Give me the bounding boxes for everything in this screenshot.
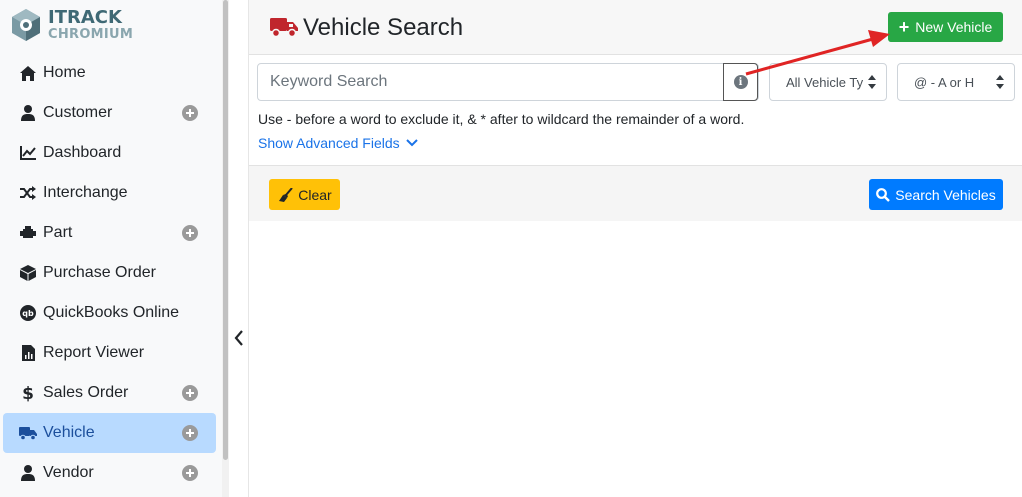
sidebar-item-label: Dashboard [43, 144, 122, 161]
box-icon [19, 264, 37, 282]
truck-icon [270, 18, 298, 38]
expand-plus-icon[interactable] [182, 225, 198, 241]
sidebar-item-interchange[interactable]: Interchange [3, 173, 216, 213]
sidebar-item-label: Purchase Order [43, 264, 156, 281]
quickbooks-icon: qb [19, 304, 37, 322]
vehicle-type-select[interactable]: All Vehicle Ty [769, 63, 887, 101]
engine-icon [19, 224, 37, 242]
page-title: Vehicle Search [303, 14, 464, 41]
sidebar-item-purchase-order[interactable]: Purchase Order [3, 253, 216, 293]
sort-order-select[interactable]: @ - A or H [897, 63, 1015, 101]
home-icon [19, 64, 37, 82]
search-hint-text: Use - before a word to exclude it, & * a… [258, 111, 745, 127]
sidebar-scrollbar[interactable] [222, 0, 229, 497]
shuffle-icon [19, 184, 37, 202]
sidebar-item-vendor[interactable]: Vendor [3, 453, 216, 493]
search-toolbar: Clear Search Vehicles [249, 165, 1022, 221]
search-vehicles-button[interactable]: Search Vehicles [869, 179, 1003, 210]
logo-title: ITRACK [48, 7, 122, 28]
user-icon [19, 104, 37, 122]
sidebar-item-quickbooks-online[interactable]: qb QuickBooks Online [3, 293, 216, 333]
sidebar-collapse-bar[interactable] [229, 0, 249, 497]
sidebar-item-label: QuickBooks Online [43, 304, 180, 321]
main-content: Vehicle Search + New Vehicle i All Vehic… [249, 0, 1022, 497]
broom-icon [279, 187, 294, 202]
sidebar-item-label: Vendor [43, 464, 94, 481]
select-arrows-icon [996, 75, 1004, 89]
show-advanced-fields-label: Show Advanced Fields [258, 135, 400, 151]
show-advanced-fields-link[interactable]: Show Advanced Fields [258, 135, 418, 151]
keyword-search-group: i [257, 63, 759, 101]
search-info-button[interactable]: i [723, 63, 758, 101]
sort-order-value: @ - A or H [914, 74, 975, 90]
new-vehicle-button[interactable]: + New Vehicle [888, 12, 1003, 42]
sidebar-item-label: Part [43, 224, 73, 241]
logo-icon [12, 9, 40, 41]
user-icon [19, 464, 37, 482]
clear-button[interactable]: Clear [269, 179, 340, 210]
expand-plus-icon[interactable] [182, 385, 198, 401]
sidebar-item-report-viewer[interactable]: Report Viewer [3, 333, 216, 373]
keyword-search-input[interactable] [258, 64, 724, 100]
sidebar-item-label: Report Viewer [43, 344, 145, 361]
sidebar-item-label: Sales Order [43, 384, 129, 401]
sidebar-item-label: Interchange [43, 184, 128, 201]
dollar-icon: $ [19, 384, 37, 402]
expand-plus-icon[interactable] [182, 105, 198, 121]
info-icon: i [733, 75, 748, 89]
sidebar-item-label: Customer [43, 104, 113, 121]
svg-text:$: $ [22, 384, 34, 402]
sidebar-item-vehicle[interactable]: Vehicle [3, 413, 216, 453]
plus-icon: + [898, 17, 910, 37]
sidebar-item-dashboard[interactable]: Dashboard [3, 133, 216, 173]
expand-plus-icon[interactable] [182, 465, 198, 481]
clear-label: Clear [298, 186, 332, 203]
page-header: Vehicle Search + New Vehicle [249, 0, 1022, 55]
report-icon [19, 344, 37, 362]
svg-text:qb: qb [22, 309, 34, 318]
sidebar-item-part[interactable]: Part [3, 213, 216, 253]
logo-subtitle: CHROMIUM [48, 27, 134, 42]
search-vehicles-label: Search Vehicles [895, 186, 996, 203]
sidebar-item-label: Home [43, 64, 86, 81]
search-icon [876, 187, 891, 202]
truck-icon [19, 424, 37, 442]
new-vehicle-label: New Vehicle [915, 19, 993, 35]
sidebar-item-home[interactable]: Home [3, 53, 216, 93]
sidebar-item-sales-order[interactable]: $ Sales Order [3, 373, 216, 413]
expand-plus-icon[interactable] [182, 425, 198, 441]
sidebar: ITRACK CHROMIUM Home Customer Dashboard [0, 0, 222, 497]
vehicle-type-value: All Vehicle Ty [786, 74, 864, 90]
select-arrows-icon [868, 75, 876, 89]
sidebar-scrollbar-thumb[interactable] [223, 0, 228, 460]
sidebar-nav: Home Customer Dashboard Interchange Part… [3, 53, 216, 493]
sidebar-item-customer[interactable]: Customer [3, 93, 216, 133]
chevron-down-icon [405, 139, 418, 147]
chevron-left-icon[interactable] [234, 330, 244, 346]
app-logo[interactable]: ITRACK CHROMIUM [8, 5, 133, 45]
chart-line-icon [19, 144, 37, 162]
sidebar-item-label: Vehicle [43, 424, 95, 441]
